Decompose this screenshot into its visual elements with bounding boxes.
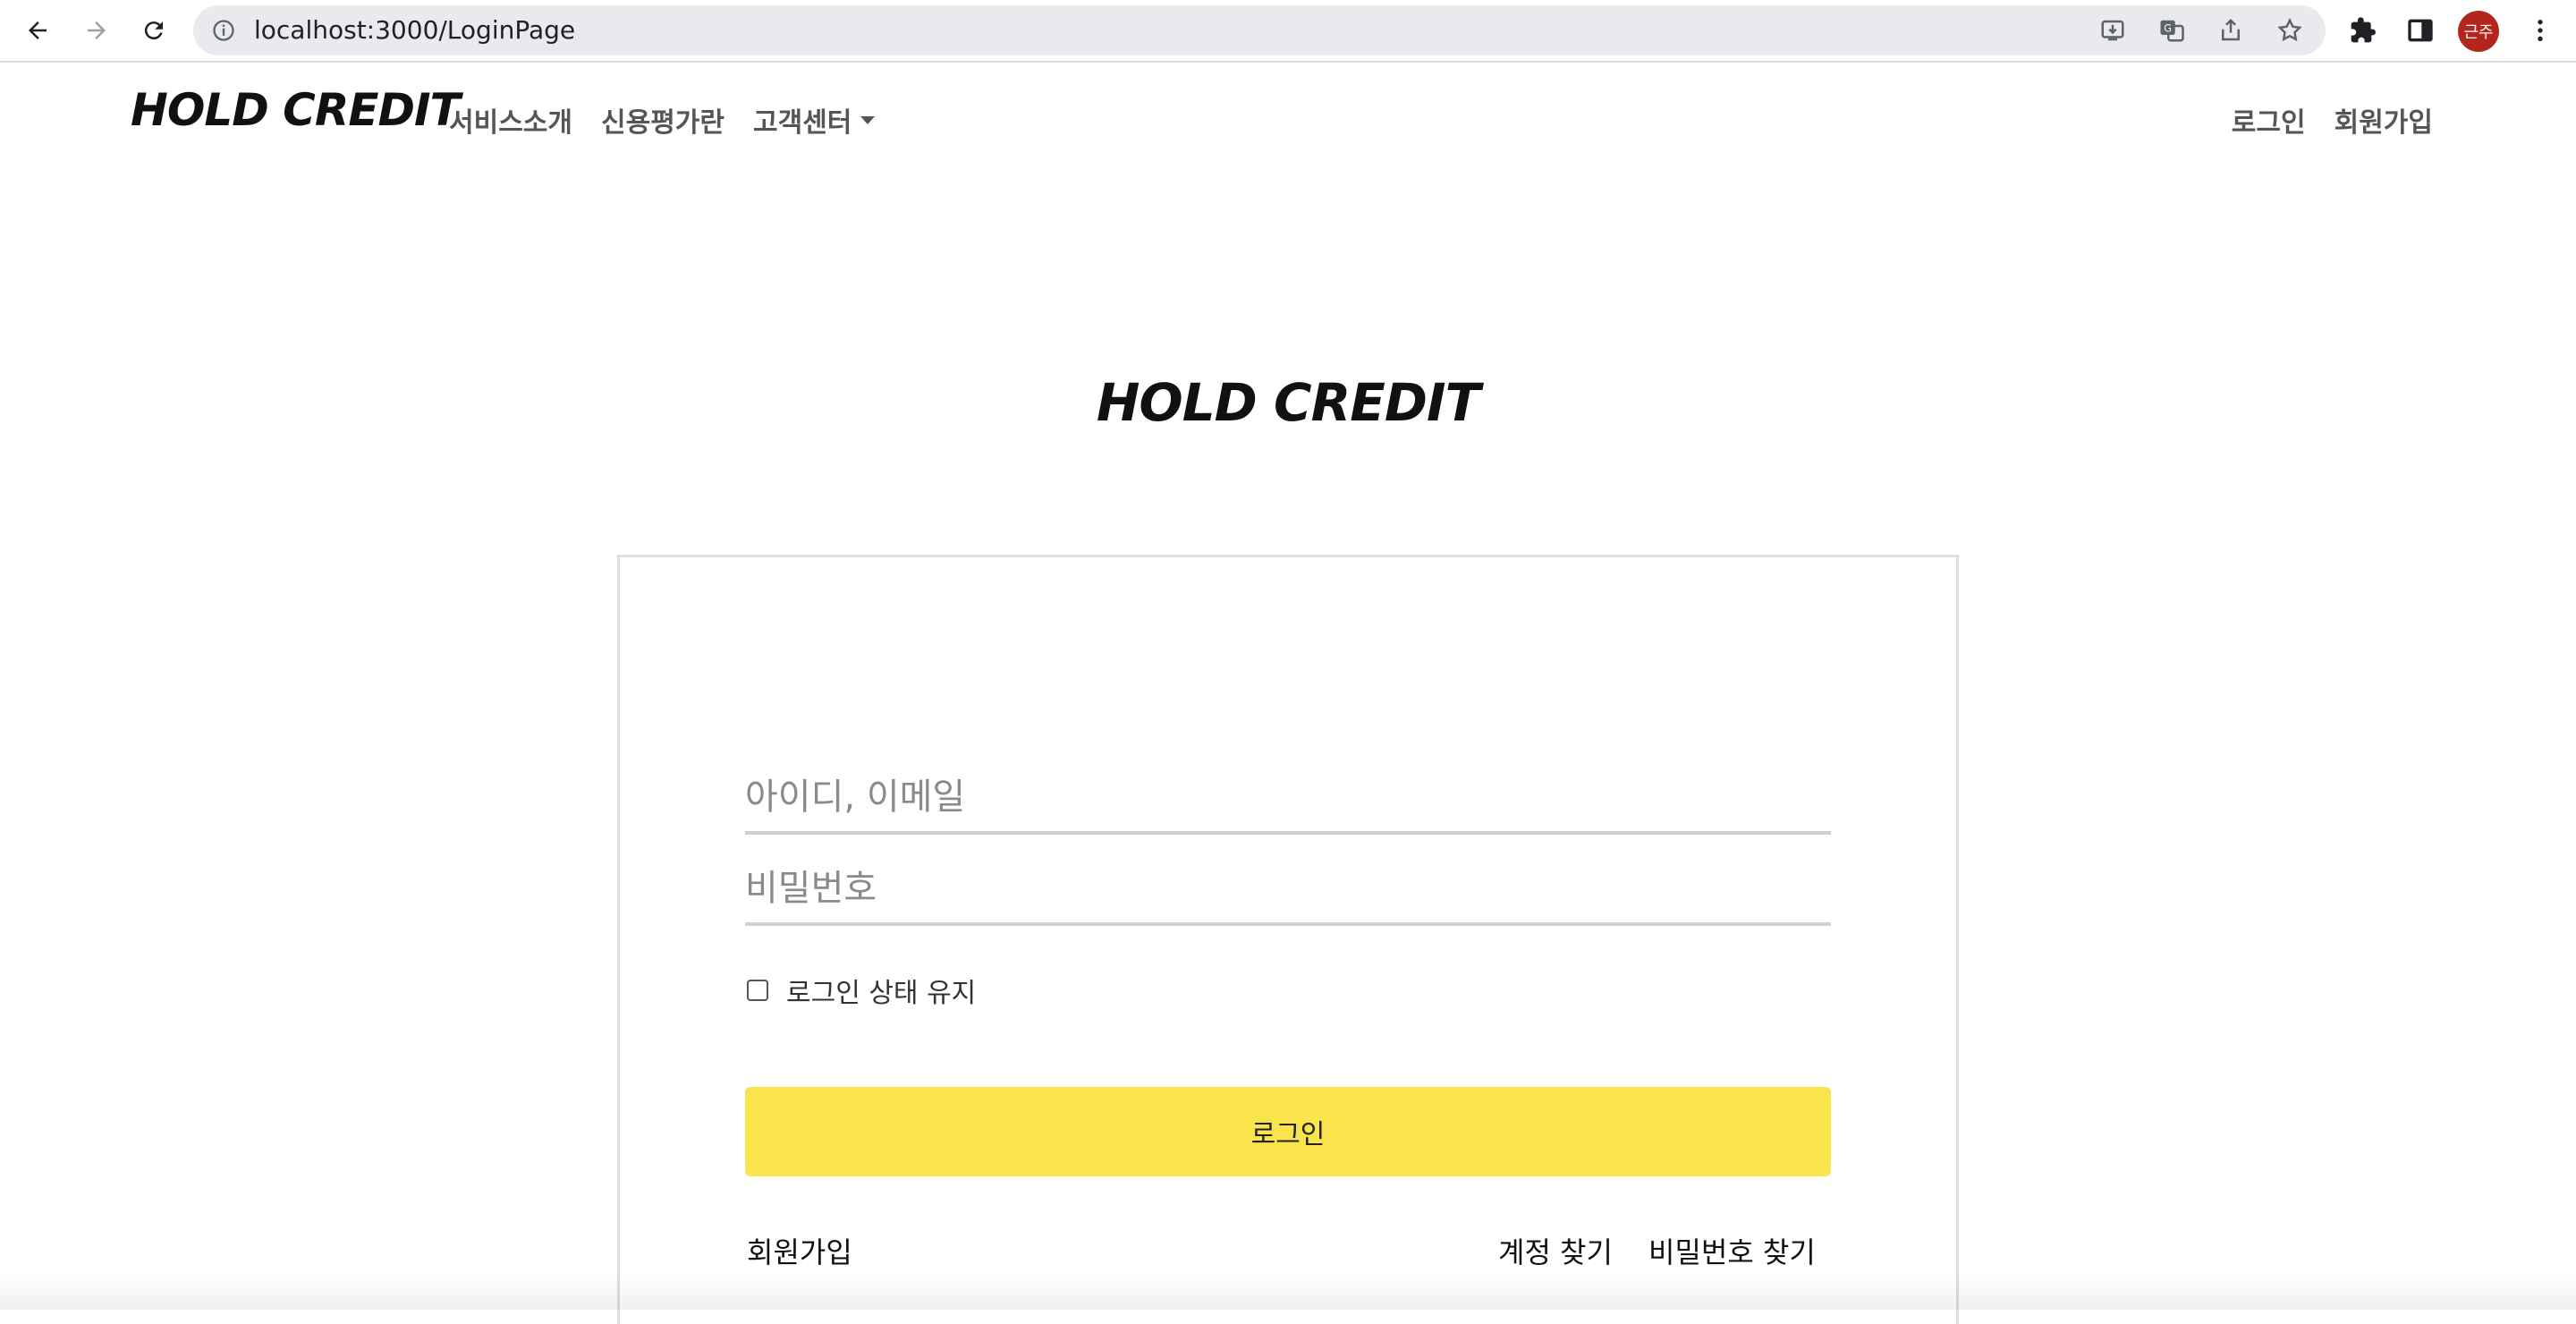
find-password-link[interactable]: 비밀번호 찾기 (1648, 1230, 1816, 1271)
keep-logged-in-label[interactable]: 로그인 상태 유지 (786, 971, 976, 1010)
keep-logged-in-checkbox[interactable] (747, 980, 768, 1001)
bookmark-star-icon[interactable] (2275, 16, 2304, 45)
back-icon[interactable] (18, 11, 57, 50)
translate-icon[interactable]: G (2157, 16, 2186, 45)
auth-nav: 로그인 회원가입 (2232, 100, 2433, 140)
forward-icon[interactable] (77, 11, 116, 50)
main-nav: 서비스소개 신용평가란 고객센터 (449, 100, 876, 140)
header-login-link[interactable]: 로그인 (2232, 100, 2306, 140)
address-bar[interactable]: localhost:3000/LoginPage G (193, 5, 2326, 55)
site-header: HOLD CREDIT 서비스소개 신용평가란 고객센터 로그인 회원가입 (0, 64, 2576, 172)
extensions-icon[interactable] (2345, 13, 2381, 48)
reload-icon[interactable] (134, 11, 174, 50)
nav-item-credit-rating[interactable]: 신용평가란 (601, 100, 724, 140)
more-menu-icon[interactable] (2522, 13, 2558, 48)
profile-avatar[interactable]: 근주 (2458, 11, 2499, 52)
share-icon[interactable] (2216, 16, 2245, 45)
chevron-down-icon (860, 115, 876, 124)
side-panel-icon[interactable] (2402, 13, 2438, 48)
nav-item-service-intro[interactable]: 서비스소개 (449, 100, 572, 140)
url-text[interactable]: localhost:3000/LoginPage (254, 16, 575, 45)
keep-logged-in: 로그인 상태 유지 (747, 971, 976, 1010)
signup-link[interactable]: 회원가입 (747, 1230, 852, 1271)
nav-item-customer-center-label: 고객센터 (753, 107, 852, 139)
install-icon[interactable] (2098, 16, 2127, 45)
login-card: 로그인 상태 유지 로그인 회원가입 계정 찾기 비밀번호 찾기 (617, 555, 1959, 1324)
browser-toolbar: localhost:3000/LoginPage G 근주 (0, 0, 2576, 63)
site-info-icon[interactable] (211, 18, 236, 43)
login-button[interactable]: 로그인 (745, 1087, 1831, 1176)
nav-item-customer-center[interactable]: 고객센터 (753, 100, 876, 140)
id-field (745, 754, 1831, 835)
page-title: HOLD CREDIT (1096, 372, 1480, 433)
header-signup-link[interactable]: 회원가입 (2334, 100, 2433, 140)
bottom-shadow (0, 1270, 2576, 1310)
brand-logo[interactable]: HOLD CREDIT (131, 84, 461, 136)
find-account-link[interactable]: 계정 찾기 (1498, 1230, 1613, 1271)
id-input[interactable] (745, 754, 1831, 831)
password-input[interactable] (745, 845, 1831, 922)
password-field (745, 845, 1831, 926)
svg-text:G: G (2164, 22, 2172, 34)
